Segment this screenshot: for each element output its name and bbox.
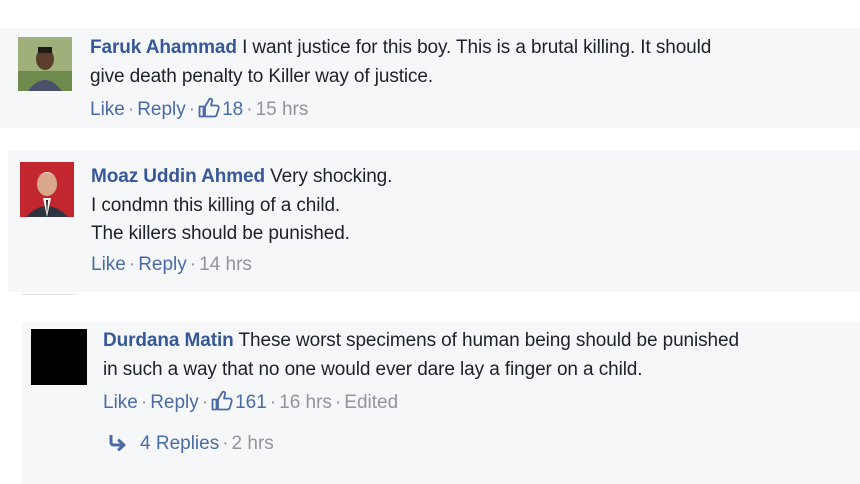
like-count[interactable]: 161 (235, 392, 267, 413)
avatar-photo-icon (18, 37, 72, 91)
avatar-photo-icon (20, 162, 74, 217)
reply-link[interactable]: Reply (137, 99, 186, 120)
author-name[interactable]: Moaz Uddin Ahmed (91, 166, 265, 187)
comment-actions: Like · Reply · 18 · 15 hrs (90, 97, 308, 125)
comment-actions: Like · Reply · 14 hrs (91, 254, 252, 275)
replies-count-link[interactable]: 4 Replies (140, 433, 219, 454)
comment-text-line: give death penalty to Killer way of just… (90, 65, 434, 87)
edited-label[interactable]: Edited (344, 392, 398, 413)
comment-body: Durdana Matin These worst specimens of h… (103, 327, 843, 384)
comment-text-line: I want justice for this boy. This is a b… (242, 37, 712, 58)
comment-text-line: These worst specimens of human being sho… (238, 330, 740, 351)
author-name[interactable]: Durdana Matin (103, 330, 234, 351)
reply-link[interactable]: Reply (150, 392, 199, 413)
comment-text-line: Very shocking. (270, 166, 393, 187)
comment-text-line: The killers should be punished. (91, 223, 350, 244)
like-link[interactable]: Like (90, 99, 125, 120)
comment-body: Faruk Ahammad I want justice for this bo… (90, 34, 830, 91)
timestamp[interactable]: 14 hrs (199, 254, 252, 275)
timestamp[interactable]: 16 hrs (279, 392, 332, 413)
replies-timestamp: 2 hrs (231, 433, 274, 454)
comment-text-line: in such a way that no one would ever dar… (103, 358, 643, 380)
view-replies[interactable]: 4 Replies · 2 hrs (108, 432, 274, 458)
reply-link[interactable]: Reply (138, 254, 187, 275)
comment-body: Moaz Uddin Ahmed Very shocking. I condmn… (91, 163, 831, 249)
like-link[interactable]: Like (103, 392, 138, 413)
thumbs-up-icon[interactable] (198, 97, 220, 125)
comment-text-line: I condmn this killing of a child. (91, 194, 341, 216)
reply-arrow-icon (108, 434, 128, 458)
avatar[interactable] (31, 329, 87, 385)
comment-actions: Like · Reply · 161 · 16 hrs · Edited (103, 390, 398, 418)
like-link[interactable]: Like (91, 254, 126, 275)
avatar[interactable] (20, 162, 74, 217)
thumbs-up-icon[interactable] (211, 390, 233, 418)
avatar[interactable] (18, 37, 72, 91)
timestamp[interactable]: 15 hrs (256, 99, 309, 120)
author-name[interactable]: Faruk Ahammad (90, 37, 237, 58)
like-count[interactable]: 18 (222, 99, 243, 120)
divider (22, 294, 76, 295)
